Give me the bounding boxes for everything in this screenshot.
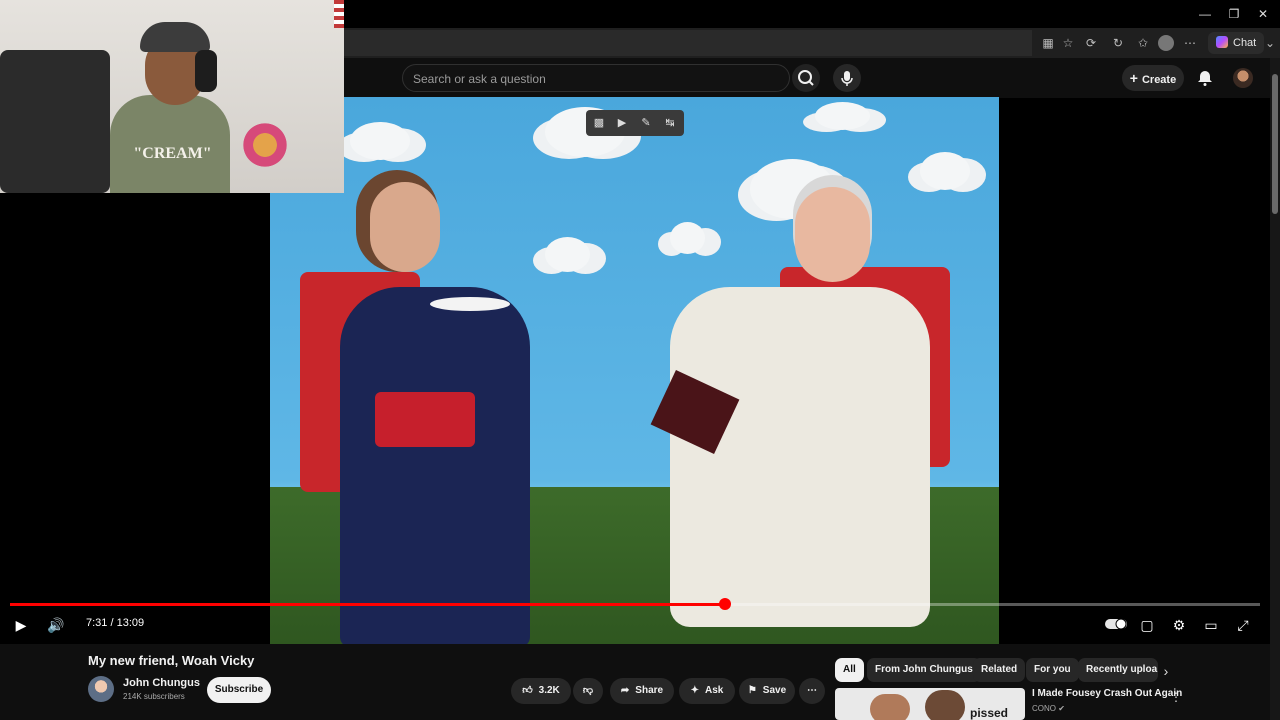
- share-button[interactable]: ➦ Share: [610, 678, 674, 704]
- cloud-shape: [350, 122, 410, 160]
- thumbs-down-icon: 👎︎: [582, 685, 594, 696]
- ask-button[interactable]: ✦ Ask: [679, 678, 735, 704]
- notifications-button[interactable]: [1196, 69, 1214, 87]
- video-capture-icon[interactable]: ▶: [615, 116, 629, 130]
- minimize-icon[interactable]: —: [1196, 6, 1214, 22]
- video-frame[interactable]: [270, 97, 999, 644]
- grid-icon[interactable]: ▦: [1040, 35, 1056, 51]
- streamer-hat: [140, 22, 210, 52]
- cloud-shape: [670, 222, 705, 254]
- woman-figure: [340, 287, 530, 644]
- chat-label: Chat: [1233, 37, 1257, 49]
- man-head: [795, 187, 870, 282]
- create-label: Create: [1141, 74, 1177, 86]
- chip-from-channel[interactable]: From John Chungus: [867, 658, 981, 682]
- copilot-icon: [1216, 36, 1228, 48]
- autoplay-toggle[interactable]: [1105, 616, 1127, 634]
- cloud-shape: [815, 102, 870, 130]
- chevron-right-icon[interactable]: ›: [1157, 662, 1175, 680]
- subscriber-count: 214K subscribers: [123, 692, 185, 701]
- microphone-icon: [841, 71, 853, 86]
- theater-mode-icon[interactable]: ▭: [1202, 616, 1220, 634]
- favorites-icon[interactable]: ✩: [1135, 35, 1151, 51]
- thumbnail-text: pissed: [970, 706, 1009, 720]
- address-bar[interactable]: [344, 30, 1032, 56]
- progress-fill: [10, 603, 725, 606]
- like-button[interactable]: 👍︎ 3.2K: [511, 678, 571, 704]
- subscribe-button[interactable]: Subscribe: [207, 677, 271, 703]
- time-display: 7:31 / 13:09: [86, 617, 145, 629]
- extension-icon[interactable]: ⟳: [1083, 35, 1099, 51]
- man-figure: [670, 287, 930, 627]
- recommendation-title[interactable]: I Made Fousey Crash Out Again: [1032, 688, 1182, 699]
- thumbnail-face: [925, 690, 965, 720]
- search-button[interactable]: [792, 64, 820, 92]
- progress-scrubber[interactable]: [719, 598, 731, 610]
- settings-icon[interactable]: ⚙: [1170, 616, 1188, 634]
- more-menu-icon[interactable]: ⋯: [1182, 35, 1198, 51]
- dislike-button[interactable]: 👎︎: [573, 678, 603, 704]
- more-icon: ⋯: [807, 685, 817, 696]
- thumbnail-face: [870, 694, 910, 720]
- video-title: My new friend, Woah Vicky: [88, 653, 255, 668]
- chevron-down-icon[interactable]: ⌄: [1262, 35, 1278, 51]
- chip-related[interactable]: Related: [973, 658, 1026, 682]
- streamer-shirt: [110, 95, 230, 193]
- verified-icon: ✔: [1058, 704, 1065, 713]
- share-label: Share: [635, 685, 664, 696]
- picture-in-picture-icon[interactable]: ▩: [592, 116, 606, 130]
- plus-icon: +: [1129, 70, 1138, 86]
- flag-shape: [334, 0, 344, 28]
- create-button[interactable]: + Create: [1122, 65, 1184, 91]
- voice-search-button[interactable]: [833, 64, 861, 92]
- cloud-shape: [920, 152, 970, 190]
- translate-icon[interactable]: ↹: [663, 116, 677, 130]
- scrollbar-thumb[interactable]: [1272, 74, 1278, 214]
- couch-shape: [0, 50, 110, 193]
- profile-icon[interactable]: [1158, 35, 1174, 51]
- recommendation-channel[interactable]: CONO ✔: [1032, 704, 1065, 713]
- bookmark-icon: ⚑: [747, 685, 757, 696]
- webcam-overlay: "CREAM": [0, 0, 344, 193]
- bell-icon: [1198, 71, 1212, 86]
- fullscreen-icon[interactable]: ⤢: [1234, 616, 1252, 634]
- ask-label: Ask: [705, 685, 724, 696]
- search-icon: [798, 70, 814, 86]
- chip-all[interactable]: All: [835, 658, 864, 682]
- account-avatar[interactable]: [1233, 68, 1253, 88]
- recommendation-channel-name: CONO: [1032, 704, 1056, 713]
- star-icon[interactable]: ☆: [1060, 35, 1076, 51]
- close-icon[interactable]: ✕: [1254, 6, 1272, 22]
- chip-for-you[interactable]: For you: [1026, 658, 1079, 682]
- headset-icon: [195, 50, 217, 92]
- woman-head: [370, 182, 440, 272]
- rug-shape: [235, 120, 295, 170]
- chip-recently-uploaded[interactable]: Recently uploa: [1078, 658, 1158, 682]
- share-icon: ➦: [620, 685, 630, 696]
- recommendation-thumbnail[interactable]: pissed: [835, 688, 1025, 720]
- sparkle-icon: ✦: [690, 685, 700, 696]
- play-icon[interactable]: ▶: [12, 616, 30, 634]
- like-count: 3.2K: [538, 685, 560, 696]
- search-input[interactable]: Search or ask a question: [402, 64, 790, 92]
- video-overlay-toolbar: ▩ ▶ ✎ ↹: [586, 110, 684, 136]
- sync-icon[interactable]: ↻: [1110, 35, 1126, 51]
- toggle-icon: [1105, 618, 1127, 630]
- volume-icon[interactable]: 🔊: [47, 616, 65, 634]
- save-button[interactable]: ⚑ Save: [739, 678, 795, 704]
- channel-avatar[interactable]: [88, 676, 114, 702]
- edit-icon[interactable]: ✎: [639, 116, 653, 130]
- channel-name[interactable]: John Chungus: [123, 677, 200, 689]
- chat-button[interactable]: Chat: [1208, 32, 1265, 54]
- restore-icon[interactable]: ❐: [1225, 6, 1243, 22]
- thumbs-up-icon: 👍︎: [522, 685, 533, 696]
- more-actions-button[interactable]: ⋯: [799, 678, 825, 704]
- red-purse: [375, 392, 475, 447]
- plate-shape: [430, 297, 510, 311]
- more-vertical-icon[interactable]: ⋮: [1170, 689, 1182, 705]
- save-label: Save: [762, 685, 787, 696]
- cloud-shape: [545, 237, 590, 272]
- captions-icon[interactable]: ▢: [1138, 616, 1156, 634]
- shirt-text: "CREAM": [133, 145, 212, 162]
